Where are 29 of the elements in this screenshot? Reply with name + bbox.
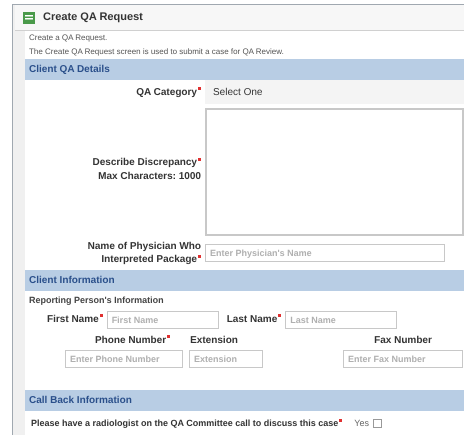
- section-header: Client Information: [25, 270, 464, 291]
- option-label: Yes: [354, 416, 369, 430]
- field-label: Interpreted Package: [101, 253, 201, 266]
- field-label: Extension: [190, 334, 238, 348]
- window-title: Create QA Request: [43, 10, 143, 26]
- field-label: Describe Discrepancy: [92, 156, 201, 170]
- category-dropdown[interactable]: Select One: [205, 80, 464, 104]
- field-label: First Name: [47, 312, 103, 327]
- field-note: Max Characters: 1000: [98, 170, 201, 184]
- discrepancy-textarea[interactable]: [205, 108, 464, 236]
- text-input[interactable]: Enter Phone Number: [65, 350, 183, 368]
- question-text: Please have a radiologist on the QA Committee call to discuss this case: [31, 416, 342, 430]
- text-input[interactable]: Enter Fax Number: [343, 350, 463, 368]
- field-label: Last Name: [226, 312, 282, 327]
- text-input[interactable]: First Name: [106, 310, 219, 328]
- text-input[interactable]: Last Name: [285, 310, 398, 328]
- section-header: Call Back Information: [25, 390, 464, 410]
- form-icon: [23, 12, 35, 24]
- field-label: QA Category: [136, 86, 201, 98]
- subheading: Reporting Person's Information: [28, 294, 165, 307]
- section-header: Client QA Details: [25, 59, 464, 80]
- intro-text: Create a QA Request.: [28, 32, 108, 44]
- checkbox[interactable]: [372, 418, 382, 428]
- intro-text: The Create QA Request screen is used to submit a case for QA Review.: [28, 46, 285, 58]
- text-input[interactable]: Enter Physician's Name: [205, 244, 445, 262]
- field-label: Phone Number: [95, 332, 170, 348]
- text-input[interactable]: Extension: [189, 350, 263, 368]
- field-label: Name of Physician Who: [88, 240, 201, 253]
- field-label: Fax Number: [374, 334, 432, 348]
